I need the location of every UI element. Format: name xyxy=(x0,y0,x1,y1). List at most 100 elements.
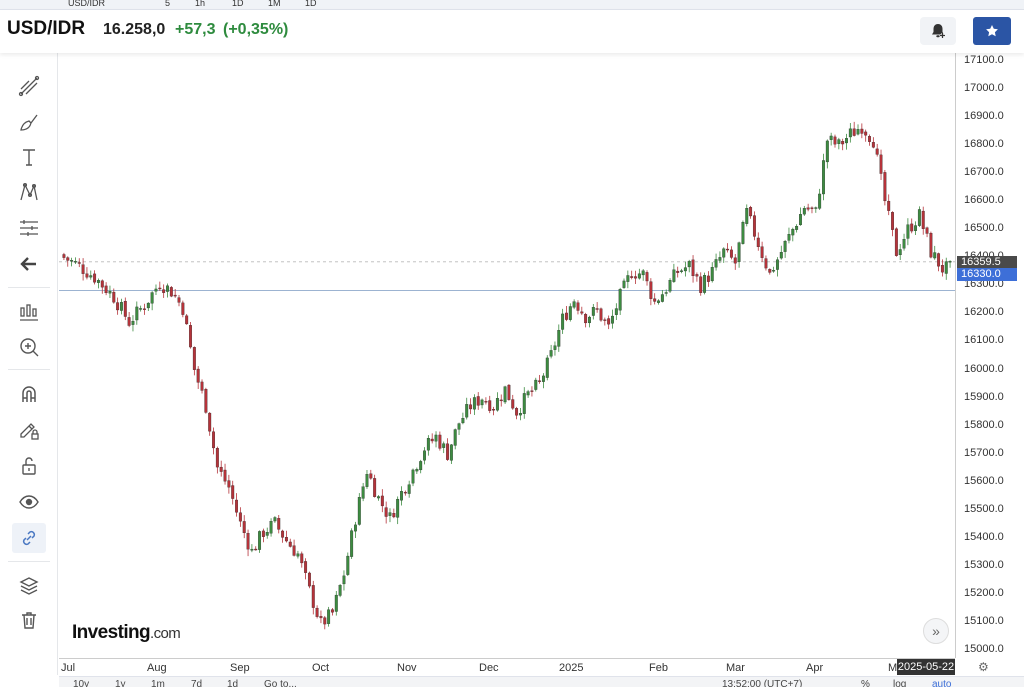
range-10y[interactable]: 10y xyxy=(73,679,89,687)
crosshair-date-label: 2025-05-22 xyxy=(897,659,955,675)
visibility-tool[interactable] xyxy=(12,487,46,517)
candle-body xyxy=(196,368,200,383)
top-strip-symbol[interactable]: USD/IDR xyxy=(68,0,105,8)
candle-body xyxy=(449,444,453,461)
candle-body xyxy=(737,242,741,262)
range-7d[interactable]: 7d xyxy=(191,679,202,687)
top-strip-1d-b[interactable]: 1D xyxy=(305,0,317,8)
magnet-tool[interactable] xyxy=(12,379,46,409)
star-icon xyxy=(986,25,998,37)
lock-drawing-tool[interactable] xyxy=(12,415,46,445)
link-tool[interactable] xyxy=(12,523,46,553)
candle-body xyxy=(208,412,212,432)
delete-tool[interactable] xyxy=(12,605,46,635)
top-strip-1h[interactable]: 1h xyxy=(195,0,205,8)
candle-body xyxy=(307,572,311,587)
price-chart[interactable] xyxy=(59,53,955,658)
settings-gear-icon[interactable]: ⚙ xyxy=(978,660,989,674)
candle-body xyxy=(599,308,603,321)
candle-body xyxy=(392,513,396,518)
candle-body xyxy=(576,302,580,311)
pencil-lock-icon xyxy=(20,423,39,440)
candle-body xyxy=(461,418,465,424)
watchlist-button[interactable] xyxy=(973,17,1011,45)
candle-body xyxy=(442,443,446,448)
candle-body xyxy=(104,285,108,294)
candle-body xyxy=(411,469,415,484)
candle-body xyxy=(676,270,680,273)
goto-button[interactable]: Go to... xyxy=(264,679,297,687)
candle-body xyxy=(472,397,476,410)
candle-body xyxy=(169,287,173,297)
measure-tool[interactable] xyxy=(12,213,46,243)
y-tick: 15600.0 xyxy=(964,474,1004,487)
range-1y[interactable]: 1y xyxy=(115,679,126,687)
candle-body xyxy=(829,135,833,140)
candle-body xyxy=(181,302,185,315)
symbol: USD/IDR xyxy=(7,18,86,39)
zoom-in-tool[interactable] xyxy=(12,332,46,362)
brush-tool[interactable] xyxy=(12,107,46,137)
candle-body xyxy=(580,311,584,314)
candle-body xyxy=(62,254,66,258)
candle-body xyxy=(848,128,852,138)
back-button[interactable] xyxy=(12,249,46,279)
candle-body xyxy=(760,246,764,258)
range-1m[interactable]: 1m xyxy=(151,679,165,687)
candle-body xyxy=(806,207,810,210)
y-tick: 16500.0 xyxy=(964,222,1004,235)
candle-body xyxy=(825,140,829,163)
candle-body xyxy=(657,300,660,303)
candle-body xyxy=(246,533,250,550)
candle-body xyxy=(81,264,85,274)
percent-toggle[interactable]: % xyxy=(861,679,870,687)
candle-body xyxy=(166,285,169,292)
candle-body xyxy=(714,259,718,268)
top-strip-1d[interactable]: 1D xyxy=(232,0,244,8)
time-axis[interactable]: Jul Aug Sep Oct Nov Dec 2025 Feb Mar Apr M xyxy=(59,658,955,676)
candle-body xyxy=(706,275,710,282)
candle-body xyxy=(96,280,100,283)
text-tool[interactable] xyxy=(12,142,46,172)
range-1d[interactable]: 1d xyxy=(227,679,238,687)
layers-tool[interactable] xyxy=(12,571,46,601)
unlock-tool[interactable] xyxy=(12,451,46,481)
pattern-tool[interactable] xyxy=(12,177,46,207)
top-strip-5[interactable]: 5 xyxy=(165,0,170,8)
candles-group xyxy=(62,121,952,630)
candle-body xyxy=(545,357,549,378)
candle-body xyxy=(791,228,795,236)
candle-body xyxy=(139,308,143,310)
candle-body xyxy=(189,325,192,348)
add-alert-button[interactable] xyxy=(920,17,956,45)
y-tick: 15500.0 xyxy=(964,502,1004,515)
candle-body xyxy=(281,530,285,538)
x-tick: Feb xyxy=(649,662,668,674)
candle-body xyxy=(231,485,235,499)
scroll-to-latest-button[interactable]: » xyxy=(923,618,949,644)
trend-line-icon xyxy=(18,75,40,97)
log-toggle[interactable]: log xyxy=(893,679,906,687)
logo-suffix: .com xyxy=(150,625,181,642)
indicator-tool[interactable] xyxy=(12,297,46,327)
price-axis[interactable]: 17100.0 17000.0 16900.0 16800.0 16700.0 16600… xyxy=(955,53,1024,658)
y-tick: 16600.0 xyxy=(964,194,1004,207)
candle-body xyxy=(70,260,74,262)
candle-body xyxy=(227,480,231,488)
trend-line-tool[interactable] xyxy=(12,71,46,101)
chart-canvas[interactable]: Investing.com » xyxy=(59,53,955,658)
y-tick: 16200.0 xyxy=(964,306,1004,319)
candle-body xyxy=(269,521,273,534)
header: USD/IDR 16.258,0 +57,3 (+0,35%) xyxy=(0,10,1024,53)
candle-body xyxy=(361,486,365,499)
candle-body xyxy=(653,298,657,302)
auto-toggle[interactable]: auto xyxy=(932,679,951,687)
candle-body xyxy=(273,517,277,522)
candle-body xyxy=(323,617,327,625)
candle-body xyxy=(484,401,488,403)
magnet-icon xyxy=(22,386,36,402)
x-tick: Dec xyxy=(479,662,499,674)
candle-body xyxy=(837,139,841,144)
candle-body xyxy=(93,273,97,283)
top-strip-1m[interactable]: 1M xyxy=(268,0,281,8)
